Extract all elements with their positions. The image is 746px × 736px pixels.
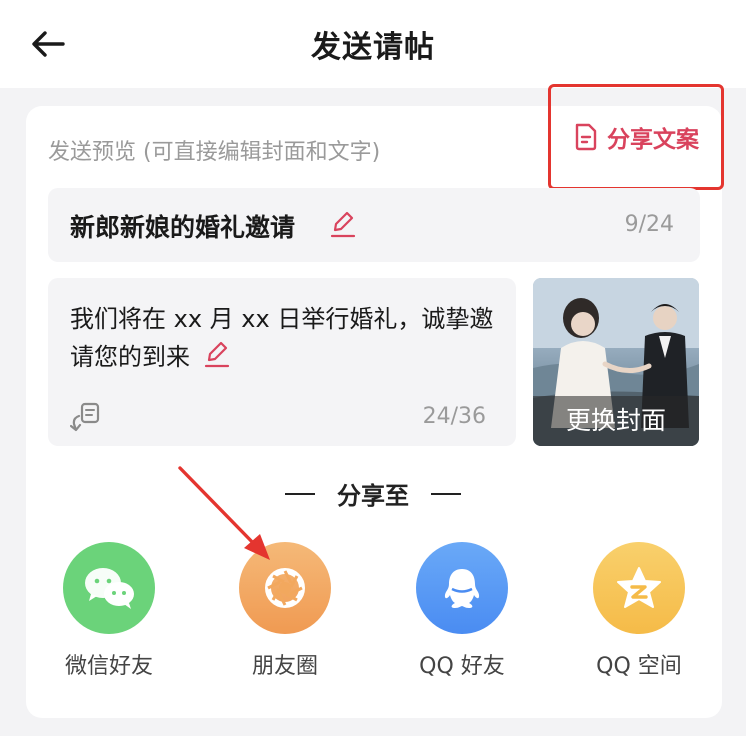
pencil-icon[interactable] (330, 210, 356, 238)
preview-label: 发送预览 (可直接编辑封面和文字) (48, 140, 381, 165)
share-copy-label: 分享文案 (607, 127, 699, 153)
invite-message-text: 我们将在 xx 月 xx 日举行婚礼，诚挚邀请您的到来 (70, 300, 500, 376)
share-qzone[interactable]: QQ 空间 (579, 542, 699, 680)
share-label: QQ 好友 (419, 654, 505, 679)
document-icon (575, 123, 597, 151)
template-swap-icon[interactable] (70, 402, 102, 432)
invite-message-field[interactable]: 我们将在 xx 月 xx 日举行婚礼，诚挚邀请您的到来 24/36 (48, 278, 516, 446)
invite-title-text: 新郎新娘的婚礼邀请 (70, 213, 296, 242)
qq-icon (444, 569, 480, 608)
divider (431, 492, 461, 495)
message-char-count: 24/36 (422, 404, 486, 429)
page-title: 发送请帖 (311, 30, 435, 65)
share-heading-text: 分享至 (337, 482, 409, 510)
moments-icon (265, 568, 305, 608)
cover-image[interactable]: 更换封面 (533, 278, 699, 446)
share-label: 朋友圈 (251, 654, 318, 679)
qzone-circle[interactable] (593, 542, 685, 634)
invite-message-content: 我们将在 xx 月 xx 日举行婚礼，诚挚邀请您的到来 (70, 305, 494, 371)
share-wechat-friend[interactable]: 微信好友 (49, 542, 169, 680)
divider (285, 492, 315, 495)
share-qq-friend[interactable]: QQ 好友 (402, 542, 522, 680)
share-label: QQ 空间 (596, 654, 682, 679)
share-label: 微信好友 (64, 654, 153, 679)
top-bar: 发送请帖 (0, 0, 746, 88)
invite-title-field[interactable]: 新郎新娘的婚礼邀请 9/24 (48, 188, 700, 262)
title-char-count: 9/24 (624, 212, 674, 237)
pencil-icon[interactable] (204, 340, 230, 368)
share-copy-button[interactable]: 分享文案 (548, 84, 724, 190)
wechat-icon (85, 568, 134, 609)
share-heading: 分享至 (0, 476, 746, 511)
qq-circle[interactable] (416, 542, 508, 634)
wechat-circle[interactable] (63, 542, 155, 634)
change-cover-button[interactable]: 更换封面 (533, 396, 699, 446)
qzone-icon (617, 567, 661, 608)
red-arrow-annotation (178, 466, 270, 560)
